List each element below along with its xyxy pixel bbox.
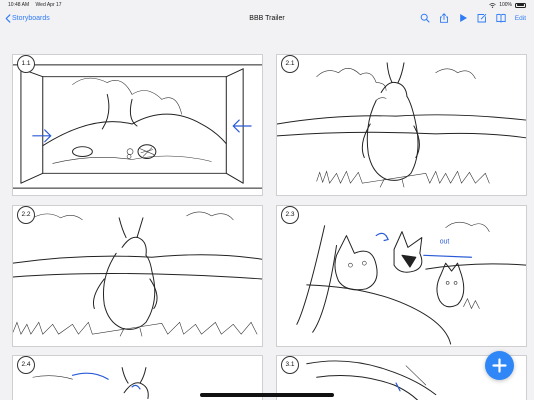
sketch-annotation-out: out bbox=[440, 238, 450, 245]
battery-percent: 100% bbox=[499, 2, 512, 8]
battery-icon bbox=[515, 2, 526, 8]
storyboard-panel-2-2[interactable]: 2.2 bbox=[12, 205, 263, 347]
status-time: 10:48 AM bbox=[8, 2, 30, 8]
panel-sketch bbox=[277, 62, 526, 188]
edit-button[interactable]: Edit bbox=[515, 15, 526, 22]
share-icon[interactable] bbox=[439, 13, 449, 23]
storyboard-panel-1-1[interactable]: 1.1 bbox=[12, 54, 263, 196]
panel-number-badge: 2.4 bbox=[17, 356, 35, 374]
add-panel-button[interactable] bbox=[485, 351, 514, 380]
panel-number-badge: 2.2 bbox=[17, 206, 35, 224]
book-icon[interactable] bbox=[496, 13, 506, 23]
plus-icon bbox=[492, 358, 507, 373]
status-bar: 10:48 AM Wed Apr 17 100% bbox=[0, 0, 534, 10]
panel-number-badge: 2.1 bbox=[281, 55, 299, 73]
wifi-icon bbox=[489, 2, 496, 8]
panel-number-badge: 2.3 bbox=[281, 206, 299, 224]
storyboard-panel-2-3[interactable]: out 2.3 bbox=[276, 205, 527, 347]
home-indicator[interactable] bbox=[200, 393, 334, 397]
play-icon[interactable] bbox=[458, 13, 468, 23]
status-date: Wed Apr 17 bbox=[35, 2, 62, 8]
nav-actions: Edit bbox=[420, 13, 526, 23]
panel-number-badge: 3.1 bbox=[281, 356, 299, 374]
panel-sketch: out bbox=[296, 221, 526, 345]
navigation-bar: Storyboards BBB Trailer Edit bbox=[0, 10, 534, 30]
panel-sketch bbox=[13, 64, 262, 189]
storyboard-panel-2-1[interactable]: 2.1 bbox=[276, 54, 527, 196]
compose-icon[interactable] bbox=[477, 13, 487, 23]
panel-sketch bbox=[13, 211, 262, 337]
search-icon[interactable] bbox=[420, 13, 430, 23]
panel-number-badge: 1.1 bbox=[17, 55, 35, 73]
